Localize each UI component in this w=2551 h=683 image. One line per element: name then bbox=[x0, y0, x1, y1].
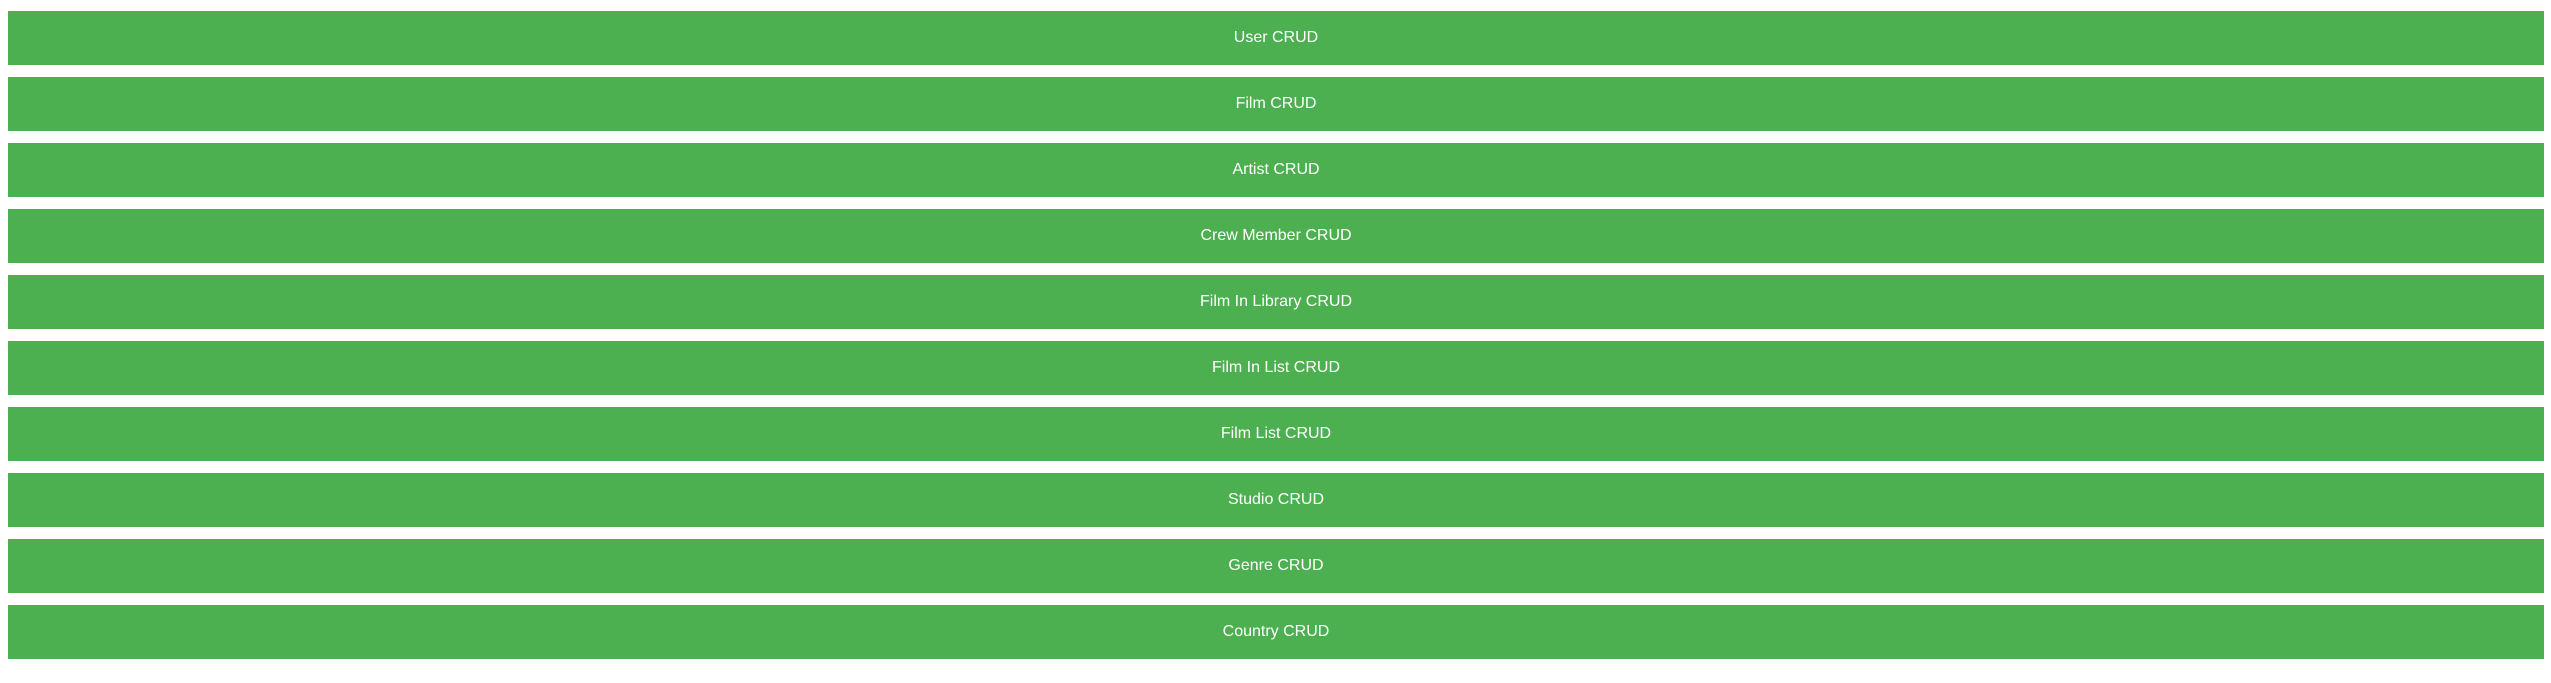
film-in-list-crud-button[interactable]: Film In List CRUD bbox=[8, 341, 2544, 395]
studio-crud-button[interactable]: Studio CRUD bbox=[8, 473, 2544, 527]
film-list-crud-button[interactable]: Film List CRUD bbox=[8, 407, 2544, 461]
film-in-library-crud-button[interactable]: Film In Library CRUD bbox=[8, 275, 2544, 329]
film-crud-button[interactable]: Film CRUD bbox=[8, 77, 2544, 131]
country-crud-button[interactable]: Country CRUD bbox=[8, 605, 2544, 659]
artist-crud-button[interactable]: Artist CRUD bbox=[8, 143, 2544, 197]
genre-crud-button[interactable]: Genre CRUD bbox=[8, 539, 2544, 593]
crud-menu: User CRUD Film CRUD Artist CRUD Crew Mem… bbox=[0, 0, 2551, 683]
user-crud-button[interactable]: User CRUD bbox=[8, 11, 2544, 65]
crew-member-crud-button[interactable]: Crew Member CRUD bbox=[8, 209, 2544, 263]
